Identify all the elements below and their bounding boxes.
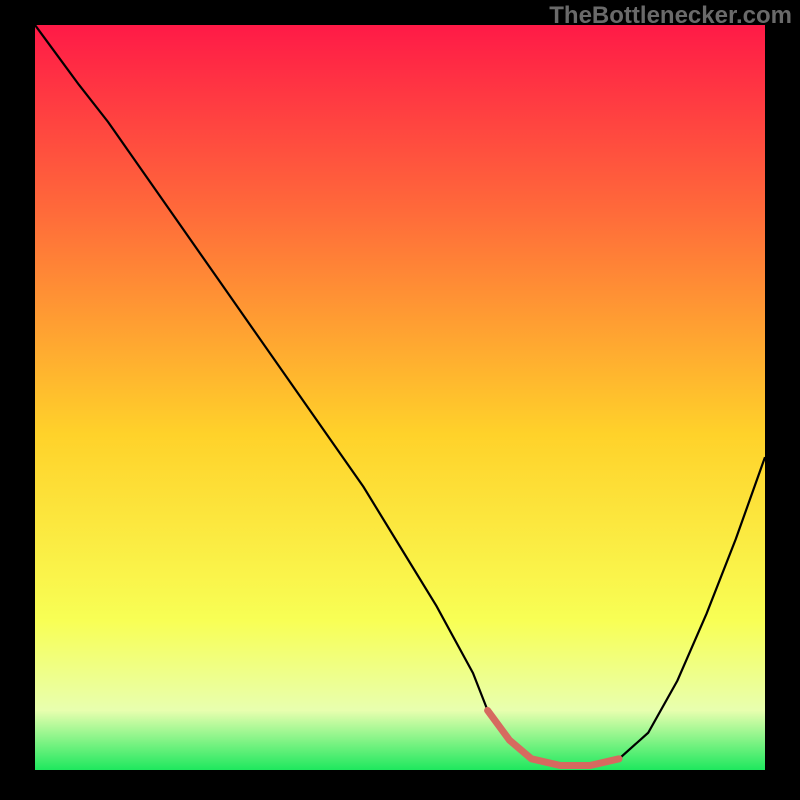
chart-background [35,25,765,770]
chart-svg [35,25,765,770]
chart-container [35,25,765,770]
watermark-text: TheBottlenecker.com [549,2,792,30]
